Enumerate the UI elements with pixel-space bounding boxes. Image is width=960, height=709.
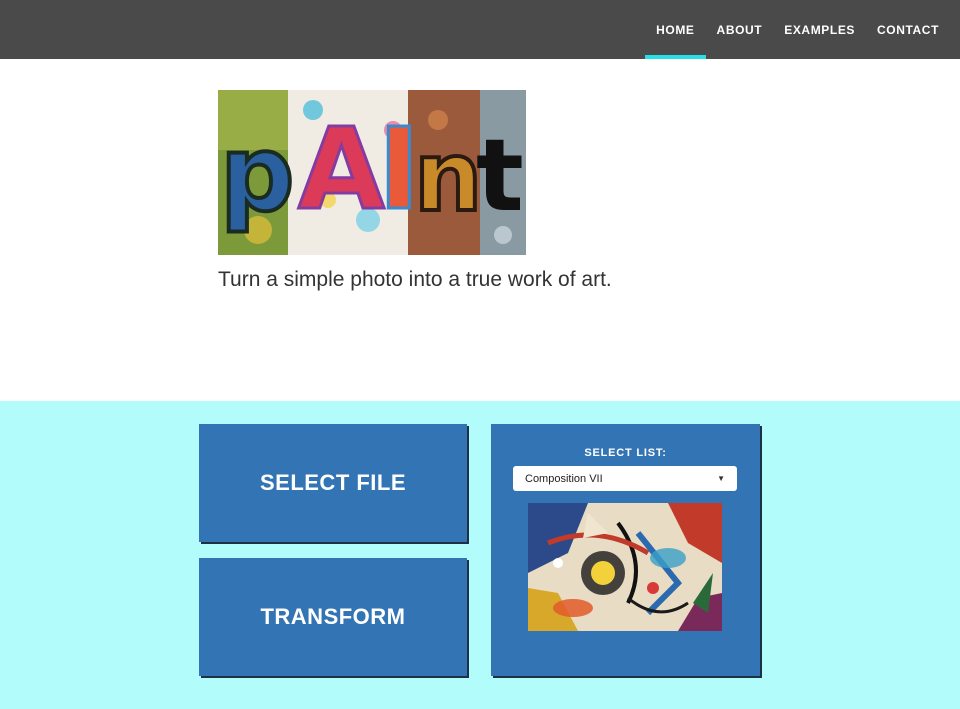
- style-select-card: SELECT LIST: Composition VII ▼: [491, 424, 760, 676]
- top-nav-bar: HOME ABOUT EXAMPLES CONTACT: [0, 0, 960, 59]
- style-preview-image: [528, 503, 722, 631]
- select-list-label: SELECT LIST:: [584, 447, 667, 459]
- tagline: Turn a simple photo into a true work of …: [218, 268, 612, 291]
- dropdown-selected-value: Composition VII: [525, 472, 603, 485]
- transform-button[interactable]: TRANSFORM: [199, 558, 467, 676]
- svg-text:t: t: [476, 117, 524, 234]
- triangle-down-icon: ▼: [717, 474, 725, 483]
- nav-examples[interactable]: EXAMPLES: [773, 0, 866, 59]
- svg-text:A: A: [298, 105, 385, 235]
- main-nav: HOME ABOUT EXAMPLES CONTACT: [645, 0, 950, 59]
- svg-text:p: p: [220, 113, 294, 235]
- action-panel: [0, 401, 960, 709]
- nav-contact[interactable]: CONTACT: [866, 0, 950, 59]
- select-file-button[interactable]: SELECT FILE: [199, 424, 467, 542]
- paint-logo: p A I n t: [218, 90, 526, 255]
- nav-home[interactable]: HOME: [645, 0, 706, 59]
- svg-text:n: n: [414, 121, 482, 233]
- nav-about[interactable]: ABOUT: [706, 0, 774, 59]
- style-dropdown[interactable]: Composition VII ▼: [513, 466, 737, 491]
